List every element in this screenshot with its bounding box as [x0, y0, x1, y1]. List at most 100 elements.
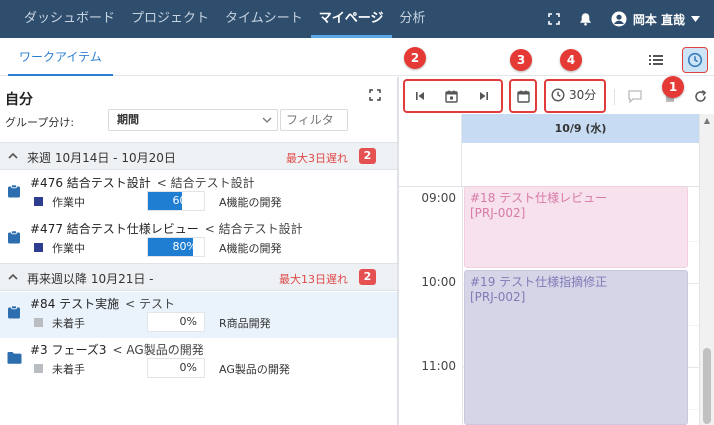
calendar-event[interactable]: #18 テスト仕様レビュー [PRJ-002]: [464, 186, 688, 268]
timeline-view-clock-icon[interactable]: [682, 47, 708, 73]
group-by-select[interactable]: 期間: [108, 109, 278, 131]
tabs-row: ワークアイテム: [0, 38, 714, 76]
item-title[interactable]: #84 テスト実施: [30, 297, 119, 311]
user-menu[interactable]: 岡本 直哉: [611, 11, 700, 28]
group-label: 再来週以降 10月21日 -: [27, 272, 154, 286]
item-status: 未着手: [52, 363, 85, 376]
item-project: AG製品の開発: [219, 363, 290, 376]
item-status: 未着手: [52, 317, 85, 330]
filter-input[interactable]: [280, 109, 348, 131]
group-header[interactable]: 来週 10月14日 - 10月20日 最大3日遅れ 2: [0, 142, 397, 170]
group-label: 来週 10月14日 - 10月20日: [27, 151, 176, 165]
nav-projects[interactable]: プロジェクト: [123, 0, 217, 38]
item-title-row: #477 結合テスト仕様レビュー < 結合テスト設計: [30, 220, 303, 237]
progress-bar: 0%: [147, 312, 205, 332]
all-day-row: [399, 143, 699, 187]
item-title-row: #476 結合テスト設計 < 結合テスト設計: [30, 174, 255, 191]
progress-text: 0%: [179, 315, 197, 328]
refresh-icon[interactable]: [692, 88, 708, 104]
nav-analytics[interactable]: 分析: [392, 0, 434, 38]
folder-icon: [7, 351, 22, 365]
event-project: [PRJ-002]: [470, 206, 526, 220]
progress-text: 60%: [172, 194, 197, 207]
user-name: 岡本 直哉: [632, 12, 685, 27]
nav-dashboard[interactable]: ダッシュボード: [16, 0, 123, 38]
item-project: A機能の開発: [219, 242, 282, 255]
chevron-up-icon: [7, 150, 19, 162]
chevron-up-icon: [7, 271, 19, 283]
bell-icon[interactable]: [573, 6, 599, 32]
item-title-row: #84 テスト実施 < テスト: [30, 295, 175, 312]
group-by-label: グループ分け:: [5, 116, 75, 129]
calendar-gutter-header: [399, 114, 462, 143]
first-page-icon[interactable]: [412, 88, 428, 104]
duration-value: 30分: [569, 88, 597, 102]
duration-button[interactable]: 30分: [551, 86, 596, 103]
status-color-swatch: [34, 243, 43, 252]
count-badge: 2: [359, 148, 376, 164]
late-indicator: 最大13日遅れ: [279, 273, 348, 286]
progress-bar: 60%: [147, 191, 205, 211]
task-clipboard-icon: [7, 184, 21, 198]
progress-text: 0%: [179, 361, 197, 374]
progress-text: 80%: [172, 240, 197, 253]
calendar-icon[interactable]: [515, 88, 531, 104]
list-item[interactable]: #3 フェーズ3 < AG製品の開発 未着手 0% AG製品の開発: [0, 338, 397, 384]
all-day-gutter: [399, 143, 462, 187]
tab-work-items[interactable]: ワークアイテム: [8, 38, 113, 76]
fullscreen-icon[interactable]: [541, 6, 567, 32]
comment-icon[interactable]: [627, 88, 643, 104]
expand-icon[interactable]: [369, 89, 383, 103]
item-project: A機能の開発: [219, 196, 282, 209]
day-header: 10/9 (水): [462, 114, 699, 143]
work-items-panel: 自分 グループ分け: 期間 来週 10月14日 - 10月20日 最大3日遅れ …: [0, 77, 398, 425]
list-item[interactable]: #84 テスト実施 < テスト 未着手 0% R商品開発: [0, 292, 397, 338]
today-icon[interactable]: [443, 88, 459, 104]
event-title: #19 テスト仕様指摘修正: [470, 275, 608, 289]
item-project: R商品開発: [219, 317, 271, 330]
item-parent: < 結合テスト設計: [156, 176, 255, 190]
status-color-swatch: [34, 318, 43, 327]
clock-icon: [551, 87, 565, 102]
list-item[interactable]: #476 結合テスト設計 < 結合テスト設計 作業中 60% A機能の開発: [0, 171, 397, 217]
status-color-swatch: [34, 364, 43, 373]
task-clipboard-icon: [7, 230, 21, 244]
calendar-event[interactable]: #19 テスト仕様指摘修正 [PRJ-002]: [464, 270, 688, 425]
next-page-icon[interactable]: [476, 88, 492, 104]
item-parent: < AG製品の開発: [112, 343, 204, 357]
user-avatar-icon: [611, 11, 627, 27]
item-status: 作業中: [52, 196, 85, 209]
progress-bar: 80%: [147, 237, 205, 257]
scrollbar-thumb[interactable]: [703, 348, 711, 424]
event-title: #18 テスト仕様レビュー: [470, 191, 608, 205]
hour-label: 09:00: [421, 191, 456, 205]
count-badge: 2: [359, 269, 376, 285]
progress-bar: 0%: [147, 358, 205, 378]
group-by-value: 期間: [117, 113, 139, 126]
item-parent: < テスト: [125, 297, 176, 311]
group-header[interactable]: 再来週以降 10月21日 - 最大13日遅れ 2: [0, 263, 397, 291]
nav-mypage[interactable]: マイページ: [310, 0, 392, 38]
callout-badge: 4: [560, 49, 582, 71]
event-project: [PRJ-002]: [470, 290, 526, 304]
chevron-down-icon: [262, 110, 272, 137]
list-view-icon[interactable]: [644, 48, 668, 72]
calendar-scrollbar[interactable]: ▲: [699, 114, 714, 425]
list-item[interactable]: #477 結合テスト仕様レビュー < 結合テスト設計 作業中 80% A機能の開発: [0, 217, 397, 263]
nav-timesheet[interactable]: タイムシート: [217, 0, 311, 38]
item-parent: < 結合テスト設計: [204, 222, 303, 236]
status-color-swatch: [34, 197, 43, 206]
late-indicator: 最大3日遅れ: [286, 152, 348, 165]
callout-badge: 3: [510, 49, 532, 71]
hour-label: 11:00: [421, 359, 456, 373]
scroll-up-icon[interactable]: ▲: [700, 114, 714, 128]
nav-right-area: 岡本 直哉: [541, 0, 714, 38]
item-title[interactable]: #3 フェーズ3: [30, 343, 107, 357]
caret-down-icon: [691, 16, 700, 22]
toolbar-separator: [614, 89, 615, 105]
item-title[interactable]: #476 結合テスト設計: [30, 176, 151, 190]
item-title[interactable]: #477 結合テスト仕様レビュー: [30, 222, 199, 236]
item-status: 作業中: [52, 242, 85, 255]
hour-label: 10:00: [421, 275, 456, 289]
top-navigation: ダッシュボード プロジェクト タイムシート マイページ 分析 岡本 直哉: [0, 0, 714, 38]
